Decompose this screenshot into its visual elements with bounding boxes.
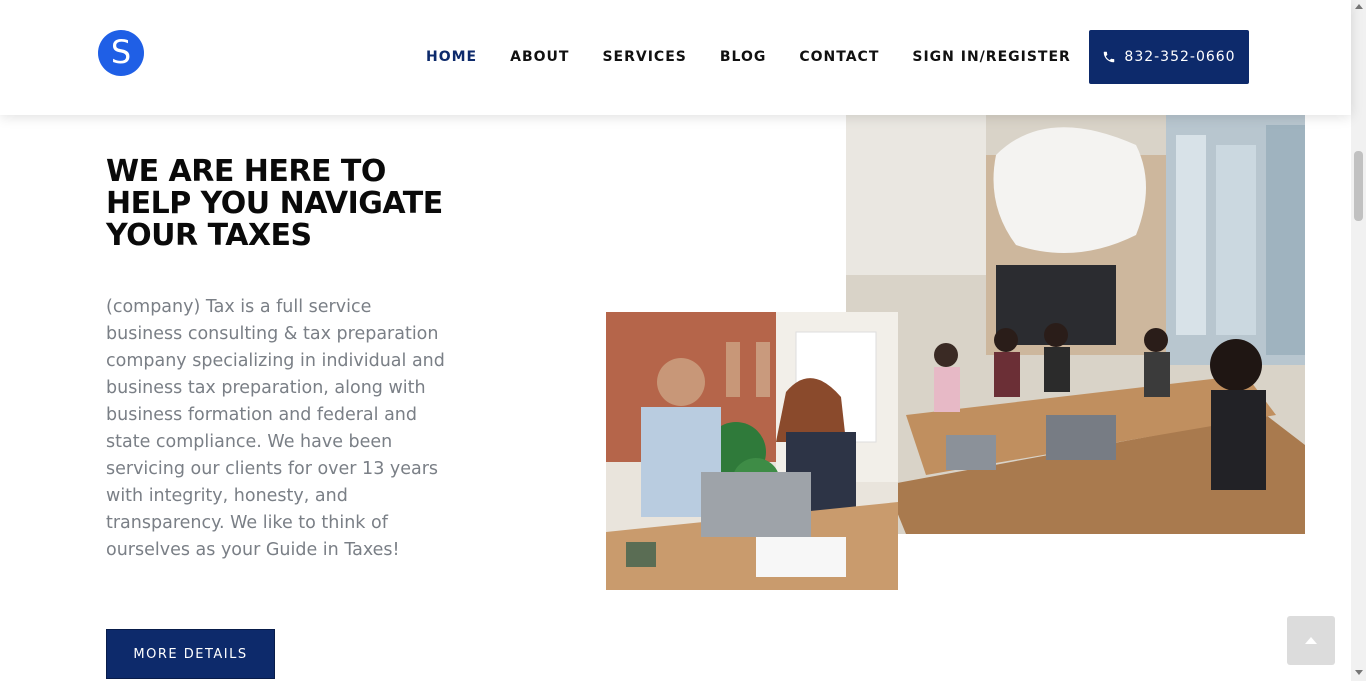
scroll-down-arrow-icon[interactable]	[1355, 670, 1363, 675]
meeting-room-photo	[846, 115, 1305, 534]
chevron-up-icon	[1305, 637, 1317, 644]
high-five-photo	[606, 312, 898, 590]
hero-description: (company) Tax is a full service business…	[106, 297, 445, 560]
nav-blog[interactable]: BLOG	[720, 49, 767, 65]
nav-about[interactable]: ABOUT	[510, 49, 569, 65]
phone-icon	[1104, 51, 1115, 63]
hero-title: WE ARE HERE TO HELP YOU NAVIGATE YOUR TA…	[106, 154, 443, 253]
scroll-thumb[interactable]	[1354, 151, 1363, 221]
more-details-button[interactable]: MORE DETAILS	[106, 629, 275, 679]
high-five-illustration	[606, 312, 898, 590]
page-scrollbar[interactable]	[1351, 0, 1366, 681]
nav-contact[interactable]: CONTACT	[799, 49, 879, 65]
nav-home[interactable]: HOME	[426, 49, 477, 65]
phone-button[interactable]: 832-352-0660	[1089, 30, 1249, 84]
nav-sign-in-register[interactable]: SIGN IN/REGISTER	[912, 49, 1070, 65]
logo-letter: S	[110, 33, 132, 71]
site-header: S HOME ABOUT SERVICES BLOG CONTACT SIGN …	[0, 0, 1351, 115]
back-to-top-button[interactable]	[1287, 616, 1335, 665]
site-logo[interactable]: S	[98, 30, 144, 76]
page: S HOME ABOUT SERVICES BLOG CONTACT SIGN …	[0, 0, 1366, 681]
nav-services[interactable]: SERVICES	[602, 49, 686, 65]
scroll-up-arrow-icon[interactable]	[1355, 4, 1363, 9]
phone-number: 832-352-0660	[1124, 49, 1236, 65]
meeting-room-illustration	[846, 115, 1305, 534]
main-nav: HOME ABOUT SERVICES BLOG CONTACT SIGN IN…	[426, 49, 1104, 65]
